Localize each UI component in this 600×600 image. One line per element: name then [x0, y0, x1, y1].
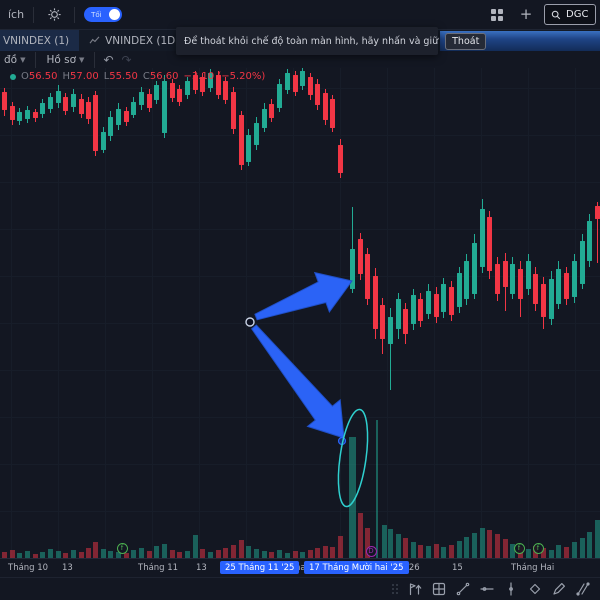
pen-icon[interactable]: [550, 580, 568, 598]
parallel-channel-icon[interactable]: [574, 580, 592, 598]
axis-tick-label: Tháng 10: [8, 563, 49, 573]
axis-tick-label: Tháng Hai: [511, 563, 555, 573]
search-value: DGC: [566, 9, 589, 20]
chevron-down-icon: ▼: [79, 55, 85, 64]
trading-app-window: ích Tối + DGC VNINDEX (1) VNINDEX (1D) Đ…: [0, 0, 600, 600]
divider: [94, 51, 96, 68]
axis-tick-label: 13: [196, 563, 207, 573]
tab-label: VNINDEX (1): [3, 34, 70, 47]
grid-icon: [491, 8, 503, 21]
profile-menu-label: Hồ sơ: [46, 53, 77, 66]
drawings-overlay[interactable]: [0, 68, 600, 558]
layout-grid-button[interactable]: [486, 4, 508, 26]
drag-handle-icon[interactable]: [392, 584, 398, 594]
settings-gear-icon[interactable]: [43, 4, 65, 26]
flag-arrow-icon[interactable]: [406, 580, 424, 598]
axis-tick-label: 15: [452, 563, 463, 573]
plus-icon: +: [519, 5, 533, 23]
time-axis[interactable]: Tháng 1013Tháng 1113Mười hai202615Tháng …: [0, 558, 600, 576]
drawing-anchor-dot[interactable]: [245, 317, 255, 327]
axis-tick-label: Tháng 11: [138, 563, 179, 573]
axis-tick-label: 13: [62, 563, 73, 573]
trend-line-icon[interactable]: [454, 580, 472, 598]
dark-mode-toggle-label: Tối: [91, 10, 102, 19]
tab-label: VNINDEX (1D): [105, 34, 180, 47]
vertical-line-icon[interactable]: [502, 580, 520, 598]
candlestick-chart[interactable]: O56.50 H57.00 L55.50 C56.60 −3.10 (−5.20…: [0, 68, 600, 558]
dark-mode-toggle[interactable]: Tối: [84, 7, 123, 22]
horizontal-ray-icon[interactable]: [478, 580, 496, 598]
tab-vnindex-1d[interactable]: VNINDEX (1D): [79, 30, 189, 51]
profile-menu-button[interactable]: Hồ sơ ▼: [44, 54, 86, 66]
symbol-search-input[interactable]: DGC: [544, 4, 596, 25]
redo-icon: ↷: [121, 52, 132, 67]
layout-grid-icon[interactable]: [430, 580, 448, 598]
exit-fullscreen-button[interactable]: Thoát: [445, 32, 487, 50]
top-toolbar: ích Tối + DGC: [0, 0, 600, 30]
bottom-toolbar: [0, 577, 600, 600]
diamond-icon[interactable]: [526, 580, 544, 598]
divider: [35, 51, 37, 68]
tab-vnindex-1[interactable]: VNINDEX (1): [0, 30, 80, 51]
arrow-drawing[interactable]: [251, 324, 345, 439]
notification-message: Để thoát khỏi chế độ toàn màn hình, hãy …: [184, 35, 439, 47]
toggle-knob: [109, 9, 121, 20]
divider: [74, 6, 76, 23]
fullscreen-exit-notification: Để thoát khỏi chế độ toàn màn hình, hãy …: [176, 27, 487, 55]
axis-date-badge[interactable]: 25 Tháng 11 '25: [220, 561, 300, 574]
chart-icon: [89, 36, 100, 44]
undo-icon[interactable]: ↶: [103, 53, 113, 67]
chart-menu-label: đồ: [4, 53, 18, 66]
arrow-drawing[interactable]: [254, 271, 353, 321]
divider: [33, 6, 35, 23]
utilities-label[interactable]: ích: [8, 8, 24, 21]
chevron-down-icon: ▼: [20, 55, 26, 64]
add-button[interactable]: +: [515, 4, 537, 26]
axis-date-badge[interactable]: 17 Tháng Mười hai '25: [304, 561, 409, 574]
search-icon: [551, 10, 561, 19]
chart-menu-button[interactable]: đồ ▼: [2, 54, 27, 66]
